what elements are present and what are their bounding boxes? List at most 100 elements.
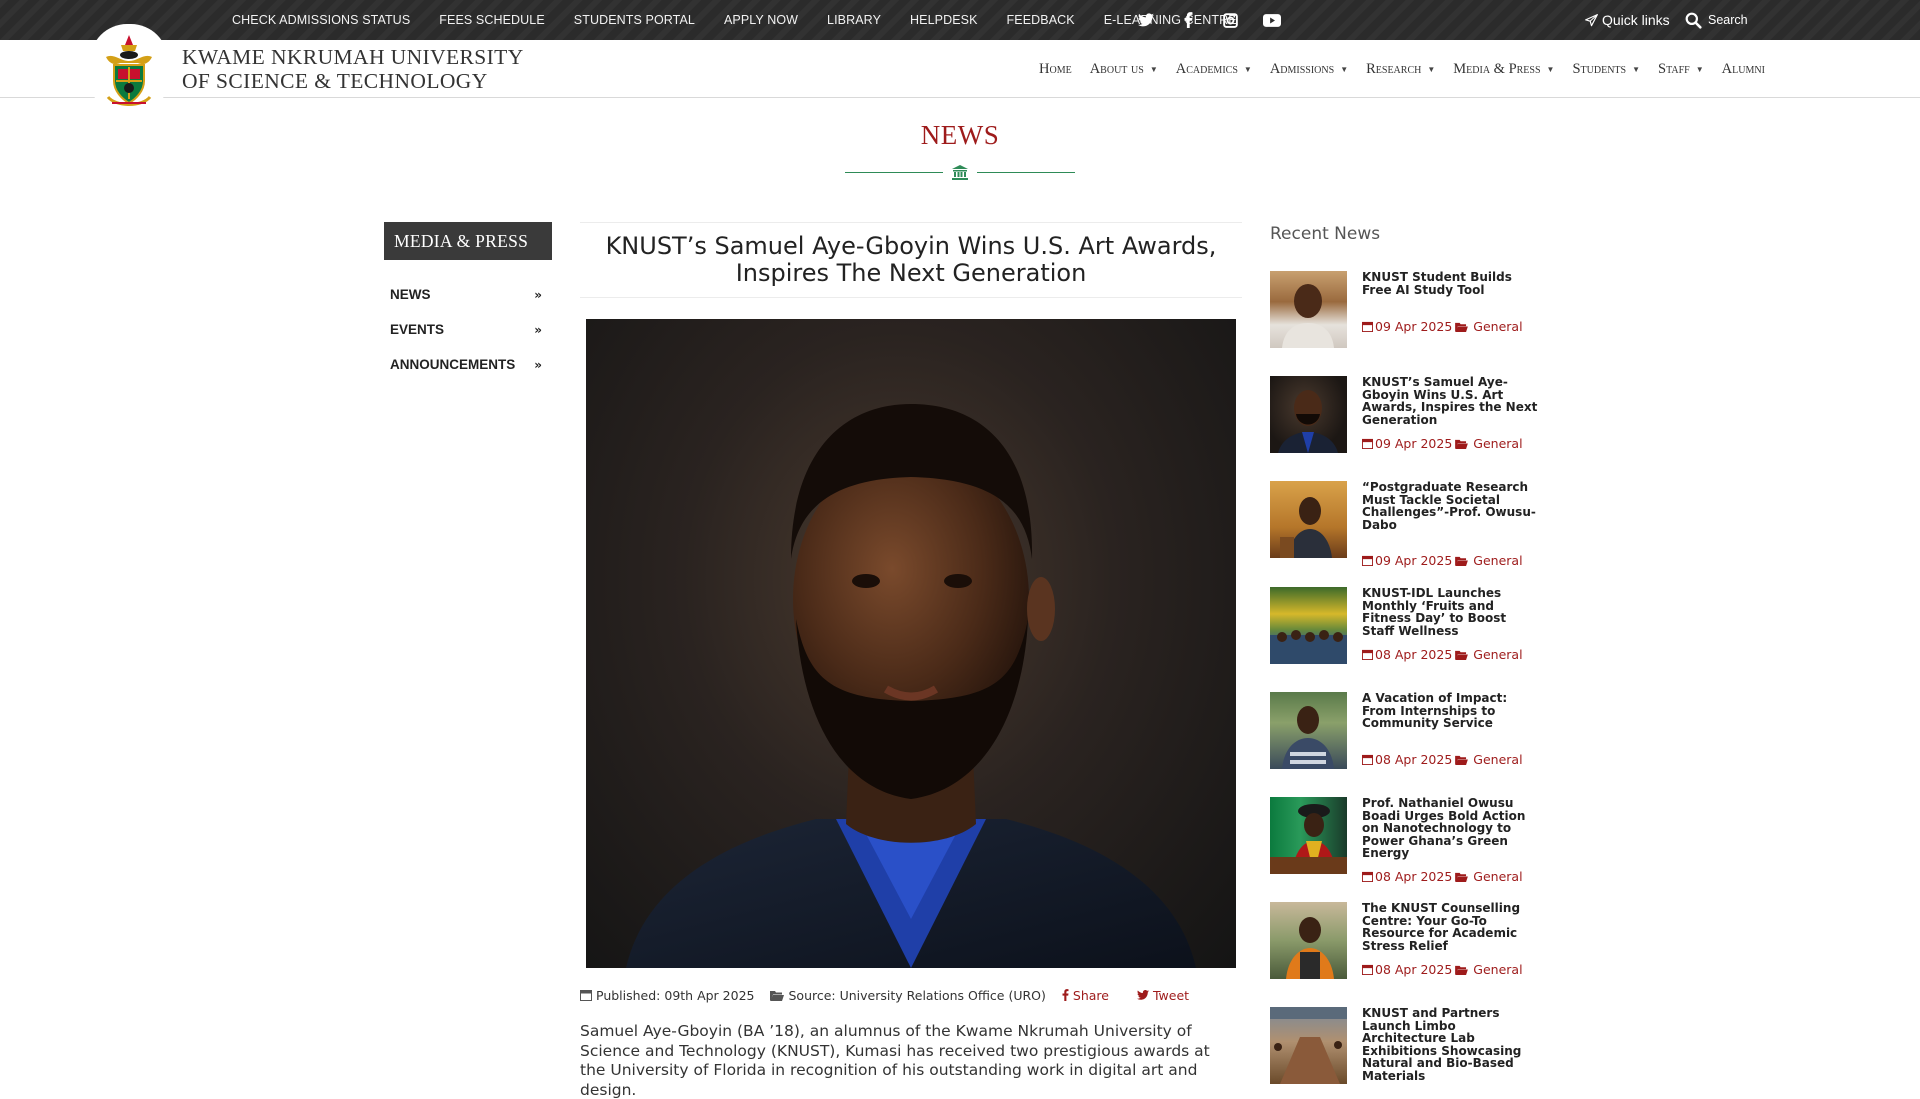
nav-item-home[interactable]: Home bbox=[1039, 61, 1072, 78]
nav-item-admissions[interactable]: Admissions ▼ bbox=[1270, 61, 1348, 78]
title-divider-right bbox=[977, 172, 1075, 173]
news-category[interactable]: General bbox=[1473, 869, 1522, 884]
article-title: KNUST’s Samuel Aye-Gboyin Wins U.S. Art … bbox=[605, 232, 1217, 287]
news-thumbnail[interactable] bbox=[1270, 481, 1347, 558]
calendar-icon bbox=[1362, 964, 1373, 975]
calendar-icon bbox=[1362, 438, 1373, 449]
top-link-apply-now[interactable]: APPLY NOW bbox=[724, 13, 798, 27]
nav-item-label: Alumni bbox=[1721, 60, 1765, 77]
news-meta: 08 Apr 2025 General bbox=[1362, 647, 1523, 662]
recent-news-heading: Recent News bbox=[1270, 224, 1381, 244]
top-link-feedback[interactable]: FEEDBACK bbox=[1007, 13, 1075, 27]
person-thumbnail-graphic bbox=[1280, 497, 1332, 558]
news-date: 09 Apr 2025 bbox=[1375, 436, 1453, 451]
nav-item-label: Media & Press bbox=[1453, 60, 1541, 77]
news-thumbnail[interactable] bbox=[1270, 271, 1347, 348]
article-header: KNUST’s Samuel Aye-Gboyin Wins U.S. Art … bbox=[580, 222, 1242, 298]
paper-plane-icon bbox=[1585, 13, 1598, 26]
nav-item-research[interactable]: Research ▼ bbox=[1366, 61, 1435, 78]
folder-open-icon bbox=[1455, 965, 1469, 975]
person-thumbnail-graphic bbox=[1286, 917, 1334, 979]
article-body: Samuel Aye-Gboyin (BA ’18), an alumnus o… bbox=[580, 1022, 1235, 1099]
university-name[interactable]: KWAME NKRUMAH UNIVERSITY OF SCIENCE & TE… bbox=[182, 45, 524, 93]
article-paragraph: Samuel Aye-Gboyin (BA ’18), an alumnus o… bbox=[580, 1022, 1210, 1099]
nav-item-label: Staff bbox=[1658, 60, 1690, 77]
news-date: 09 Apr 2025 bbox=[1375, 553, 1453, 568]
instagram-icon[interactable] bbox=[1221, 11, 1239, 29]
nav-item-media-press[interactable]: Media & Press ▼ bbox=[1453, 61, 1554, 78]
twitter-icon[interactable] bbox=[1137, 11, 1155, 29]
news-category[interactable]: General bbox=[1473, 319, 1522, 334]
news-date: 08 Apr 2025 bbox=[1375, 962, 1453, 977]
sidebar-item-announcements[interactable]: ANNOUNCEMENTS » bbox=[390, 347, 546, 382]
top-link-students-portal[interactable]: STUDENTS PORTAL bbox=[574, 13, 695, 27]
news-title[interactable]: KNUST Student Builds Free AI Study Tool bbox=[1362, 271, 1540, 296]
nav-item-about-us[interactable]: About us ▼ bbox=[1090, 61, 1158, 78]
calendar-icon bbox=[1362, 555, 1373, 566]
nav-item-label: Home bbox=[1039, 60, 1072, 77]
news-category[interactable]: General bbox=[1473, 752, 1522, 767]
quick-links-button[interactable]: Quick links bbox=[1585, 0, 1670, 40]
news-thumbnail[interactable] bbox=[1270, 376, 1347, 453]
folder-open-icon bbox=[1455, 755, 1469, 765]
article-source-text: Source: University Relations Office (URO… bbox=[788, 987, 1046, 1003]
news-category[interactable]: General bbox=[1473, 962, 1522, 977]
university-name-line1: KWAME NKRUMAH UNIVERSITY bbox=[182, 45, 524, 69]
folder-open-icon bbox=[1455, 872, 1469, 882]
top-link-library[interactable]: LIBRARY bbox=[827, 13, 881, 27]
university-building-icon bbox=[952, 165, 968, 180]
sidebar-item-news[interactable]: NEWS » bbox=[390, 277, 546, 312]
top-link-fees-schedule[interactable]: FEES SCHEDULE bbox=[439, 13, 545, 27]
tweet-button[interactable]: Tweet bbox=[1136, 988, 1189, 1003]
nav-item-label: Research bbox=[1366, 60, 1422, 77]
news-title[interactable]: KNUST and Partners Launch Limbo Architec… bbox=[1362, 1007, 1540, 1083]
top-links: CHECK ADMISSIONS STATUS FEES SCHEDULE ST… bbox=[232, 0, 1266, 40]
nav-item-students[interactable]: Students ▼ bbox=[1572, 61, 1640, 78]
news-meta: 09 Apr 2025 General bbox=[1362, 436, 1523, 451]
news-thumbnail[interactable] bbox=[1270, 587, 1347, 664]
calendar-icon bbox=[1362, 871, 1373, 882]
university-logo[interactable] bbox=[90, 24, 168, 118]
caret-down-icon: ▼ bbox=[1695, 64, 1704, 74]
news-title[interactable]: A Vacation of Impact: From Internships t… bbox=[1362, 692, 1540, 730]
news-title[interactable]: KNUST-IDL Launches Monthly ‘Fruits and F… bbox=[1362, 587, 1540, 637]
search-icon bbox=[1685, 12, 1702, 29]
nav-item-staff[interactable]: Staff ▼ bbox=[1658, 61, 1704, 78]
news-category[interactable]: General bbox=[1473, 647, 1522, 662]
news-title[interactable]: “Postgraduate Research Must Tackle Socie… bbox=[1362, 481, 1540, 531]
news-category[interactable]: General bbox=[1473, 436, 1522, 451]
news-category[interactable]: General bbox=[1473, 553, 1522, 568]
sidebar-item-label: ANNOUNCEMENTS bbox=[390, 357, 516, 372]
article-source: Source: University Relations Office (URO… bbox=[770, 987, 1046, 1003]
sidebar-item-label: NEWS bbox=[390, 287, 431, 302]
article-meta: Published: 09th Apr 2025 Source: Univers… bbox=[580, 985, 1205, 1005]
sidebar-item-events[interactable]: EVENTS » bbox=[390, 312, 546, 347]
news-meta: 08 Apr 2025 General bbox=[1362, 962, 1523, 977]
nav-item-label: About us bbox=[1089, 60, 1144, 77]
top-utility-bar: CHECK ADMISSIONS STATUS FEES SCHEDULE ST… bbox=[0, 0, 1920, 40]
news-thumbnail[interactable] bbox=[1270, 1007, 1347, 1084]
news-thumbnail[interactable] bbox=[1270, 692, 1347, 769]
search-button[interactable]: Search bbox=[1685, 0, 1748, 40]
news-title[interactable]: Prof. Nathaniel Owusu Boadi Urges Bold A… bbox=[1362, 797, 1540, 860]
news-date: 08 Apr 2025 bbox=[1375, 647, 1453, 662]
page-title: NEWS bbox=[920, 120, 1000, 150]
nav-item-academics[interactable]: Academics ▼ bbox=[1176, 61, 1252, 78]
news-thumbnail[interactable] bbox=[1270, 797, 1347, 874]
news-title[interactable]: KNUST’s Samuel Aye-Gboyin Wins U.S. Art … bbox=[1362, 376, 1540, 426]
university-name-line2: OF SCIENCE & TECHNOLOGY bbox=[182, 69, 488, 93]
caret-down-icon: ▼ bbox=[1632, 64, 1641, 74]
news-meta: 08 Apr 2025 General bbox=[1362, 752, 1523, 767]
caret-down-icon: ▼ bbox=[1149, 64, 1158, 74]
folder-open-icon bbox=[1455, 439, 1469, 449]
news-title[interactable]: The KNUST Counselling Centre: Your Go-To… bbox=[1362, 902, 1540, 952]
top-link-check-admissions-status[interactable]: CHECK ADMISSIONS STATUS bbox=[232, 13, 410, 27]
share-button[interactable]: Share bbox=[1062, 988, 1109, 1003]
title-divider-left bbox=[845, 172, 943, 173]
double-chevron-right-icon: » bbox=[534, 322, 542, 337]
top-link-helpdesk[interactable]: HELPDESK bbox=[910, 13, 978, 27]
news-thumbnail[interactable] bbox=[1270, 902, 1347, 979]
youtube-icon[interactable] bbox=[1263, 11, 1281, 29]
nav-item-alumni[interactable]: Alumni bbox=[1722, 61, 1765, 78]
facebook-icon[interactable] bbox=[1179, 11, 1197, 29]
